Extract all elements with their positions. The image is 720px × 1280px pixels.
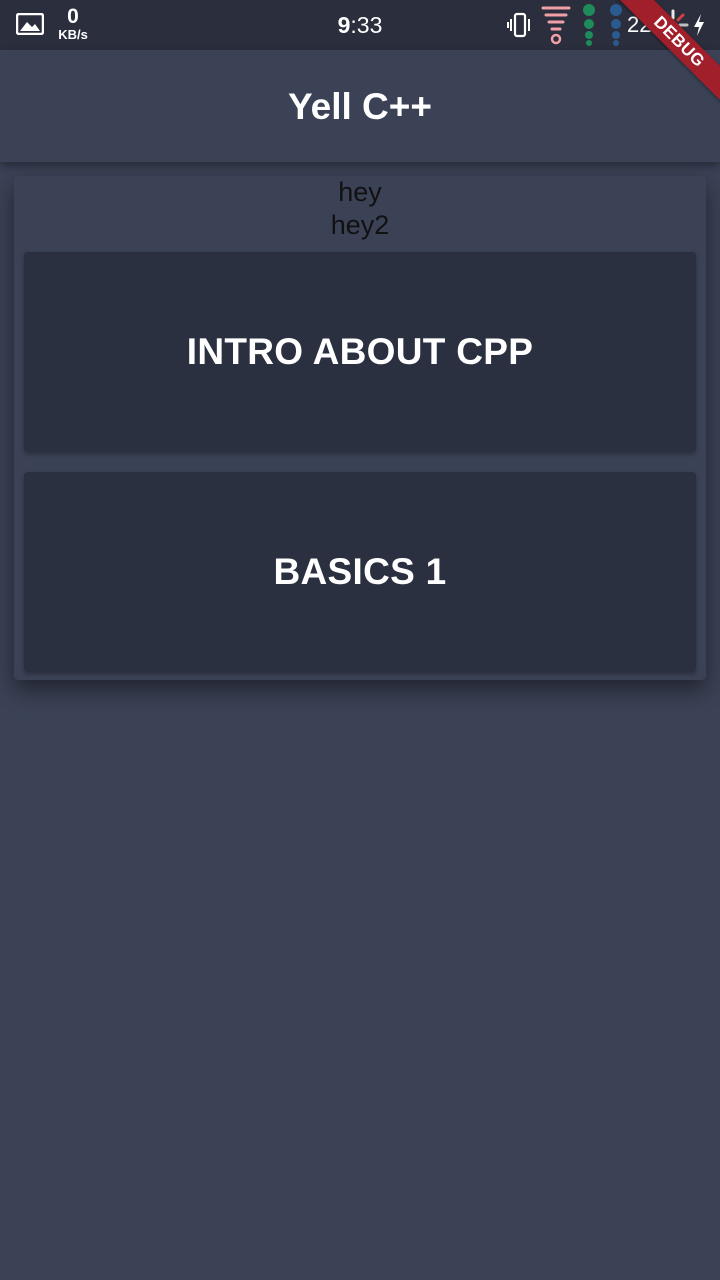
gallery-icon bbox=[16, 13, 44, 35]
clock-hour: 9 bbox=[337, 12, 351, 38]
wifi-icon bbox=[541, 6, 571, 45]
lesson-card-label: BASICS 1 bbox=[273, 551, 447, 592]
vibrate-icon bbox=[507, 12, 530, 38]
page-title: Yell C++ bbox=[288, 86, 432, 127]
clock-minutes: :33 bbox=[350, 12, 383, 38]
signal-blue-icon bbox=[610, 4, 622, 46]
network-speed-unit: KB/s bbox=[58, 27, 88, 42]
signal-green-icon bbox=[583, 4, 595, 46]
clock: 9:33 bbox=[320, 12, 400, 39]
text-line-1: hey bbox=[338, 177, 382, 207]
text-line-2: hey2 bbox=[330, 210, 390, 240]
network-speed: 0 KB/s bbox=[53, 6, 93, 41]
app-bar: Yell C++ bbox=[0, 50, 720, 162]
lesson-card-basics-1[interactable]: BASICS 1 bbox=[24, 472, 696, 672]
lessons-panel: hey hey2 INTRO ABOUT CPP BASICS 1 bbox=[14, 176, 706, 680]
lesson-card-label: INTRO ABOUT CPP bbox=[186, 331, 534, 372]
network-speed-value: 0 bbox=[67, 5, 79, 28]
charging-icon bbox=[694, 14, 704, 36]
lesson-card-intro[interactable]: INTRO ABOUT CPP bbox=[24, 252, 696, 452]
status-bar: 0 KB/s 9:33 22 bbox=[0, 0, 720, 50]
